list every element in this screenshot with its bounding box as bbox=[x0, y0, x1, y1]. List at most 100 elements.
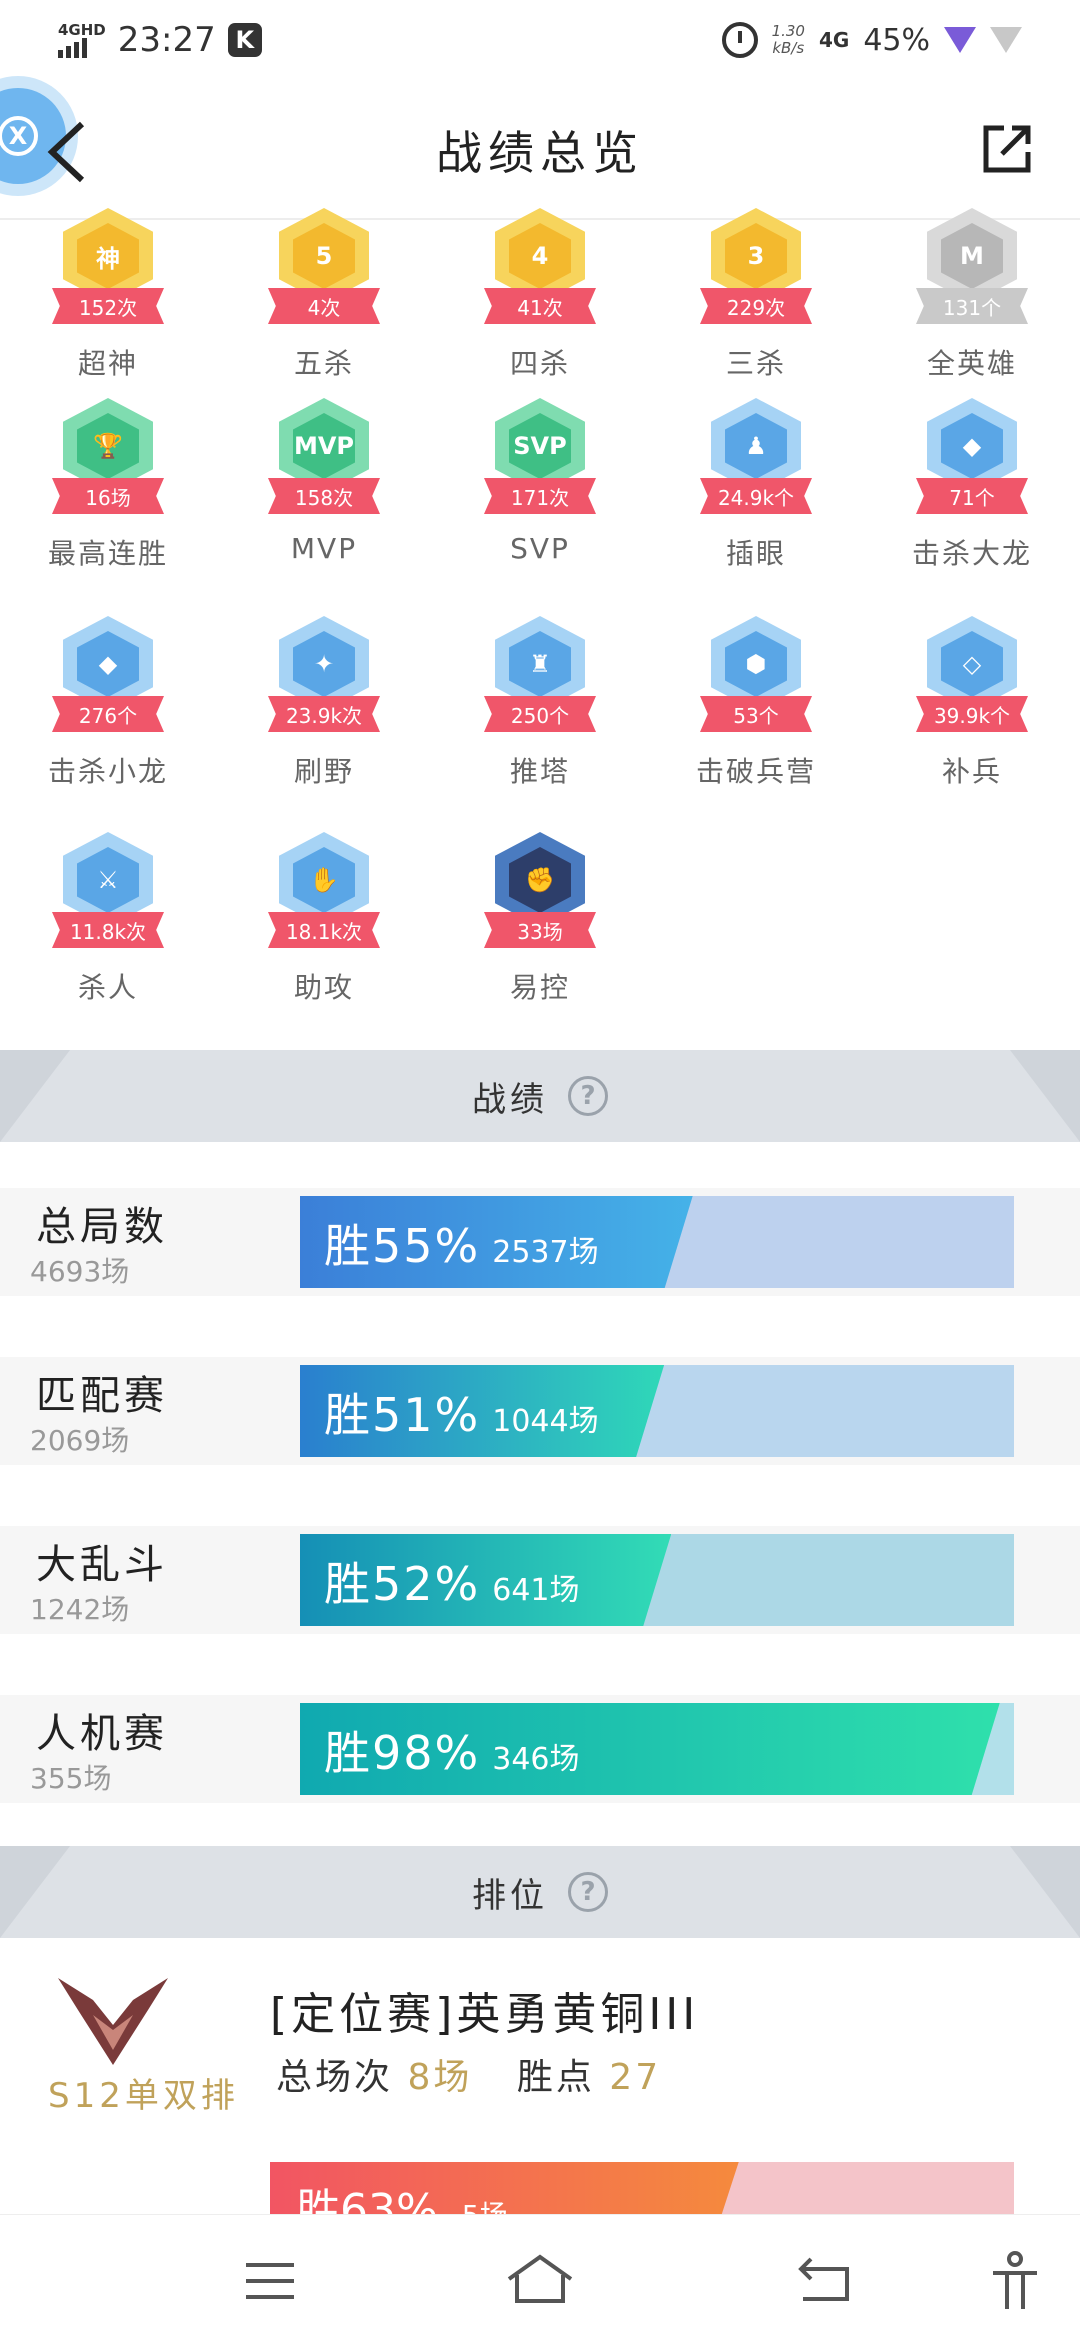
badge-label: 超神 bbox=[77, 347, 138, 380]
badge-count: 23.9k次 bbox=[268, 696, 380, 732]
badge-label: SVP bbox=[510, 532, 570, 565]
badge-label: 五杀 bbox=[293, 347, 354, 380]
badge-glyph: ◆ bbox=[941, 413, 1003, 479]
stat-win-games: 641场 bbox=[492, 1573, 580, 1608]
badge-count: 18.1k次 bbox=[268, 912, 380, 948]
app-badge-icon: K bbox=[227, 23, 262, 57]
home-icon[interactable] bbox=[505, 2251, 575, 2311]
achievement-badge[interactable]: ◇ 39.9k个 补兵 bbox=[882, 616, 1062, 816]
badge-glyph: 神 bbox=[77, 223, 139, 289]
badge-label: 推塔 bbox=[509, 755, 570, 788]
rank-help-icon[interactable]: ? bbox=[568, 1872, 608, 1912]
status-bar: 4GHD 23:27 K 1.30 kB/s 4G 45% bbox=[0, 0, 1080, 80]
badge-glyph: MVP bbox=[293, 413, 355, 479]
badge-count: 250个 bbox=[484, 696, 596, 732]
page-header: 战绩总览 bbox=[0, 82, 1080, 220]
badge-count: 131个 bbox=[916, 288, 1028, 324]
badge-label: 全英雄 bbox=[926, 347, 1017, 380]
badge-glyph: 3 bbox=[725, 223, 787, 289]
achievement-badge[interactable]: ⚔ 11.8k次 杀人 bbox=[18, 832, 198, 1032]
accessibility-icon[interactable] bbox=[985, 2251, 1045, 2311]
page-title: 战绩总览 bbox=[436, 126, 644, 180]
stat-win-games: 1044场 bbox=[492, 1404, 599, 1439]
achievement-badge[interactable]: 神 152次 超神 bbox=[18, 208, 198, 408]
badge-label: 补兵 bbox=[941, 755, 1002, 788]
badge-label: MVP bbox=[290, 532, 358, 565]
stat-total: 355场 bbox=[30, 1762, 112, 1795]
rank-section-title: 排位 bbox=[472, 1875, 548, 1916]
stat-win-bar: 胜55% 2537场 bbox=[300, 1196, 1014, 1288]
badge-count: 33场 bbox=[484, 912, 596, 948]
stat-win-bar: 胜52% 641场 bbox=[300, 1534, 1014, 1626]
speed-value: 1.30 bbox=[771, 22, 805, 40]
badge-glyph: ⬢ bbox=[725, 631, 787, 697]
stat-win-games: 346场 bbox=[492, 1742, 580, 1777]
badge-glyph: ✋ bbox=[293, 847, 355, 913]
achievement-badge[interactable]: ⬢ 53个 击破兵营 bbox=[666, 616, 846, 816]
stat-win-rate: 胜98% bbox=[324, 1726, 481, 1780]
rank-title: [定位赛]英勇黄铜III bbox=[270, 1989, 700, 2040]
badge-count: 71个 bbox=[916, 478, 1028, 514]
badge-label: 击杀小龙 bbox=[47, 755, 168, 788]
badge-count: 4次 bbox=[268, 288, 380, 324]
badge-glyph: ♟ bbox=[725, 413, 787, 479]
vpn-secondary-icon bbox=[990, 27, 1022, 53]
achievement-badge[interactable]: SVP 171次 SVP bbox=[450, 398, 630, 598]
badge-glyph: M bbox=[941, 223, 1003, 289]
stat-win-bar: 胜98% 346场 bbox=[300, 1703, 1014, 1795]
achievement-badge[interactable]: MVP 158次 MVP bbox=[234, 398, 414, 598]
badge-glyph: 🏆 bbox=[77, 413, 139, 479]
badge-label: 杀人 bbox=[77, 971, 138, 1004]
rank-section-header: 排位 ? bbox=[0, 1846, 1080, 1938]
stat-name: 匹配赛 bbox=[36, 1373, 168, 1419]
signal-bars-icon bbox=[58, 38, 106, 58]
stat-row[interactable]: 匹配赛 2069场 胜51% 1044场 bbox=[0, 1357, 1080, 1465]
achievement-badge[interactable]: ✋ 18.1k次 助攻 bbox=[234, 832, 414, 1032]
badge-label: 击破兵营 bbox=[695, 755, 816, 788]
badge-label: 助攻 bbox=[293, 971, 354, 1004]
back-arrow-icon[interactable] bbox=[44, 120, 90, 184]
system-nav-bar bbox=[0, 2214, 1080, 2340]
rank-points-value: 27 bbox=[609, 2057, 662, 2098]
back-icon[interactable] bbox=[795, 2251, 855, 2311]
badge-glyph: ◆ bbox=[77, 631, 139, 697]
achievement-badge[interactable]: ♜ 250个推塔 bbox=[450, 616, 630, 816]
speed-unit: kB/s bbox=[772, 39, 805, 57]
stat-win-rate: 胜51% bbox=[324, 1388, 481, 1442]
signal-indicator: 4GHD bbox=[58, 22, 106, 58]
badge-label: 刷野 bbox=[293, 755, 354, 788]
badge-count: 276个 bbox=[52, 696, 164, 732]
badge-label: 最高连胜 bbox=[47, 537, 168, 570]
achievement-badge[interactable]: ◆ 276个击杀小龙 bbox=[18, 616, 198, 816]
stat-row[interactable]: 总局数 4693场 胜55% 2537场 bbox=[0, 1188, 1080, 1296]
badge-count: 41次 bbox=[484, 288, 596, 324]
achievement-badge[interactable]: ✦ 23.9k次 刷野 bbox=[234, 616, 414, 816]
stat-row[interactable]: 大乱斗 1242场 胜52% 641场 bbox=[0, 1526, 1080, 1634]
badge-count: 158次 bbox=[268, 478, 380, 514]
record-section-header: 战绩 ? bbox=[0, 1050, 1080, 1142]
achievement-badge[interactable]: ◆ 71个 击杀大龙 bbox=[882, 398, 1062, 598]
achievement-badge[interactable]: 3 229次 三杀 bbox=[666, 208, 846, 408]
badge-glyph: ♜ bbox=[509, 631, 571, 697]
menu-icon[interactable] bbox=[240, 2251, 300, 2311]
stat-row[interactable]: 人机赛 355场 胜98% 346场 bbox=[0, 1695, 1080, 1803]
achievement-badge[interactable]: ✊ 33场易控 bbox=[450, 832, 630, 1032]
achievement-badge[interactable]: M 131个全英雄 bbox=[882, 208, 1062, 408]
achievement-badge[interactable]: 5 4次五杀 bbox=[234, 208, 414, 408]
badge-count: 229次 bbox=[700, 288, 812, 324]
status-time: 23:27 bbox=[117, 20, 216, 60]
achievement-badge[interactable]: ♟ 24.9k个 插眼 bbox=[666, 398, 846, 598]
badge-label: 四杀 bbox=[509, 347, 570, 380]
achievement-badge[interactable]: 🏆 16场 最高连胜 bbox=[18, 398, 198, 598]
badge-glyph: ✊ bbox=[509, 847, 571, 913]
badge-glyph: 5 bbox=[293, 223, 355, 289]
badge-glyph: ⚔ bbox=[77, 847, 139, 913]
ranked-card[interactable]: S12单双排 [定位赛]英勇黄铜III 总场次 8场 胜点 27 胜63% 5场 bbox=[0, 1938, 1080, 2242]
achievement-badge[interactable]: 4 41次 四杀 bbox=[450, 208, 630, 408]
stat-win-rate: 胜55% bbox=[324, 1219, 481, 1273]
stat-name: 大乱斗 bbox=[36, 1542, 168, 1588]
rank-emblem-icon bbox=[58, 1978, 168, 2065]
share-icon[interactable] bbox=[982, 124, 1032, 174]
badge-label: 易控 bbox=[509, 971, 570, 1004]
record-help-icon[interactable]: ? bbox=[568, 1076, 608, 1116]
